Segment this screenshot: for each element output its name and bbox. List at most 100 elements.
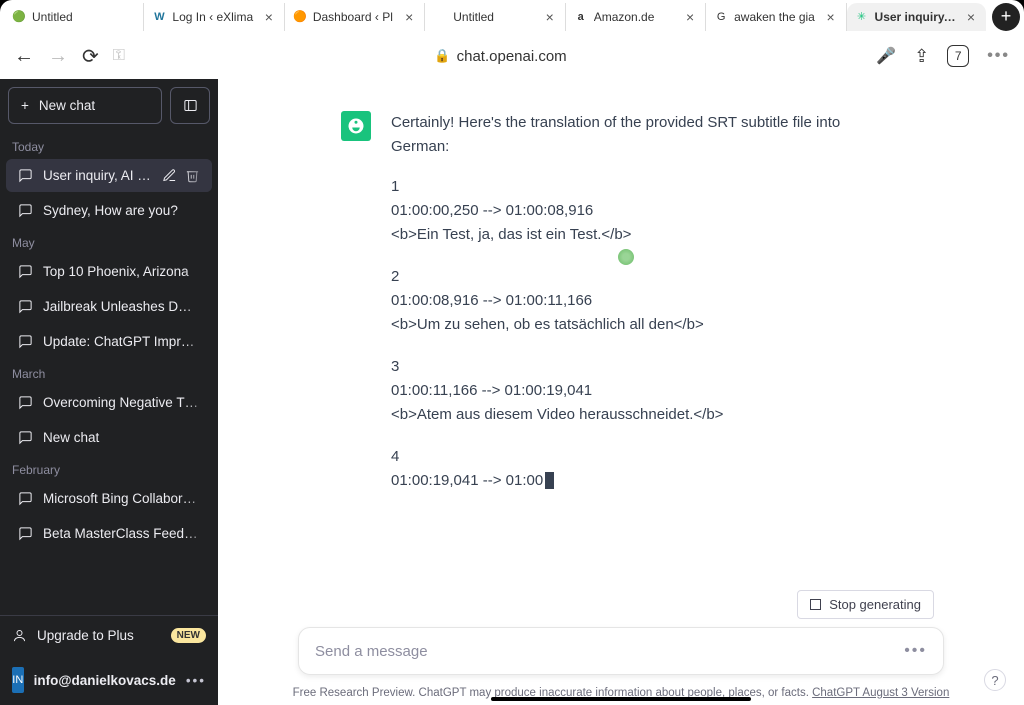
favicon-icon: ✳ xyxy=(855,10,869,24)
version-link[interactable]: ChatGPT August 3 Version xyxy=(812,687,949,699)
conversation-label: Sydney, How are you? xyxy=(43,203,200,218)
edit-icon[interactable] xyxy=(162,168,177,183)
tab-label: Dashboard ‹ Pl xyxy=(313,10,396,24)
conversation-item[interactable]: Microsoft Bing Collaboration. xyxy=(6,482,212,515)
srt-block-1: 1 01:00:00,250 --> 01:00:08,916 <b>Ein T… xyxy=(391,175,901,247)
account-email: info@danielkovacs.de xyxy=(34,673,176,688)
tab-5[interactable]: Gawaken the gia × xyxy=(706,3,846,31)
reload-button[interactable]: ⟳ xyxy=(82,44,99,69)
srt-time: 01:00:08,916 --> 01:00:11,166 xyxy=(391,289,901,313)
conversation-label: Top 10 Phoenix, Arizona xyxy=(43,264,200,279)
browser-tabstrip: 🟢Untitled WLog In ‹ eXlima× 🟠Dashboard ‹… xyxy=(0,0,1024,33)
intro-text: Certainly! Here's the translation of the… xyxy=(391,111,901,159)
tab-6[interactable]: ✳ User inquiry, A × xyxy=(847,3,986,31)
conversation-label: User inquiry, AI response xyxy=(43,168,152,183)
input-more-icon[interactable]: ••• xyxy=(904,642,927,660)
user-icon xyxy=(12,628,27,643)
conversation-item[interactable]: Overcoming Negative Thought xyxy=(6,386,212,419)
avatar: IN xyxy=(12,667,24,693)
chatgpt-avatar-icon xyxy=(341,111,371,141)
stop-generating-button[interactable]: Stop generating xyxy=(797,590,934,619)
srt-text: <b>Atem aus diesem Video herausschneidet… xyxy=(391,403,901,427)
srt-index: 4 xyxy=(391,445,901,469)
home-indicator xyxy=(491,697,751,701)
upgrade-label: Upgrade to Plus xyxy=(37,628,134,643)
conversation-label: New chat xyxy=(43,430,200,445)
menu-icon[interactable]: ••• xyxy=(987,47,1010,65)
favicon-icon: W xyxy=(152,10,166,24)
tab-label: awaken the gia xyxy=(734,10,817,24)
srt-text: <b>Um zu sehen, ob es tatsächlich all de… xyxy=(391,313,901,337)
upgrade-button[interactable]: Upgrade to Plus NEW xyxy=(0,616,218,655)
srt-block-4: 4 01:00:19,041 --> 01:00 xyxy=(391,445,901,493)
new-chat-button[interactable]: + New chat xyxy=(8,87,162,124)
back-button[interactable]: ← xyxy=(14,45,34,68)
message-input-container[interactable]: ••• xyxy=(298,627,944,675)
cursor-icon xyxy=(545,472,554,489)
srt-time: 01:00:11,166 --> 01:00:19,041 xyxy=(391,379,901,403)
sidebar: + New chat Today User inquiry, AI respon… xyxy=(0,79,218,705)
address-bar[interactable]: 🔒 chat.openai.com xyxy=(139,48,862,65)
tab-3[interactable]: Untitled× xyxy=(425,3,565,31)
chat-icon xyxy=(18,491,33,506)
section-february: February xyxy=(0,455,218,481)
help-button[interactable]: ? xyxy=(984,669,1006,691)
favicon-icon: G xyxy=(714,10,728,24)
srt-time: 01:00:19,041 --> 01:00 xyxy=(391,469,901,493)
chat-icon xyxy=(18,299,33,314)
stop-icon xyxy=(810,599,821,610)
tab-1[interactable]: WLog In ‹ eXlima× xyxy=(144,3,284,31)
assistant-message: Certainly! Here's the translation of the… xyxy=(341,111,901,580)
more-icon[interactable]: ••• xyxy=(186,673,206,688)
tab-4[interactable]: aAmazon.de× xyxy=(566,3,706,31)
tab-label: Untitled xyxy=(32,10,135,24)
conversation-item[interactable]: Sydney, How are you? xyxy=(6,194,212,227)
chat-icon xyxy=(18,264,33,279)
srt-block-3: 3 01:00:11,166 --> 01:00:19,041 <b>Atem … xyxy=(391,355,901,427)
conversation-item[interactable]: Beta MasterClass Feedback Dis xyxy=(6,517,212,550)
trash-icon[interactable] xyxy=(185,168,200,183)
new-badge: NEW xyxy=(171,628,206,643)
conversation-item[interactable]: User inquiry, AI response xyxy=(6,159,212,192)
conversation-item[interactable]: New chat xyxy=(6,421,212,454)
key-icon[interactable]: ⚿ xyxy=(113,47,125,65)
toggle-sidebar-button[interactable] xyxy=(170,87,210,124)
section-march: March xyxy=(0,359,218,385)
close-icon[interactable]: × xyxy=(543,9,557,25)
section-today: Today xyxy=(0,132,218,158)
account-menu[interactable]: IN info@danielkovacs.de ••• xyxy=(0,655,218,705)
browser-toolbar: ← → ⟳ ⚿ 🔒 chat.openai.com 🎤 ⇪ 7 ••• xyxy=(0,33,1024,79)
microphone-icon[interactable]: 🎤 xyxy=(876,46,896,66)
srt-index: 1 xyxy=(391,175,901,199)
forward-button[interactable]: → xyxy=(48,45,68,68)
close-icon[interactable]: × xyxy=(683,9,697,25)
conversation-label: Microsoft Bing Collaboration. xyxy=(43,491,200,506)
conversation-label: Update: ChatGPT Improvement xyxy=(43,334,200,349)
srt-time: 01:00:00,250 --> 01:00:08,916 xyxy=(391,199,901,223)
section-may: May xyxy=(0,228,218,254)
chat-scroll[interactable]: Certainly! Here's the translation of the… xyxy=(218,79,1024,590)
close-icon[interactable]: × xyxy=(262,9,276,25)
chat-icon xyxy=(18,334,33,349)
message-input[interactable] xyxy=(315,643,904,660)
conversation-item[interactable]: Update: ChatGPT Improvement xyxy=(6,325,212,358)
close-icon[interactable]: × xyxy=(964,9,978,25)
tab-label: User inquiry, A xyxy=(875,10,958,24)
chat-icon xyxy=(18,168,33,183)
tab-2[interactable]: 🟠Dashboard ‹ Pl× xyxy=(285,3,425,31)
close-icon[interactable]: × xyxy=(402,9,416,25)
close-icon[interactable]: × xyxy=(824,9,838,25)
plus-icon: + xyxy=(21,98,29,113)
srt-block-2: 2 01:00:08,916 --> 01:00:11,166 <b>Um zu… xyxy=(391,265,901,337)
tab-count-button[interactable]: 7 xyxy=(947,45,969,67)
conversation-item[interactable]: Jailbreak Unleashes DAN Power xyxy=(6,290,212,323)
stop-label: Stop generating xyxy=(829,597,921,612)
share-icon[interactable]: ⇪ xyxy=(914,46,929,67)
panel-icon xyxy=(183,98,198,113)
lock-icon: 🔒 xyxy=(434,48,450,64)
tab-0[interactable]: 🟢Untitled xyxy=(4,3,144,31)
conversation-item[interactable]: Top 10 Phoenix, Arizona xyxy=(6,255,212,288)
srt-index: 2 xyxy=(391,265,901,289)
new-tab-button[interactable]: + xyxy=(992,3,1020,31)
chat-icon xyxy=(18,430,33,445)
